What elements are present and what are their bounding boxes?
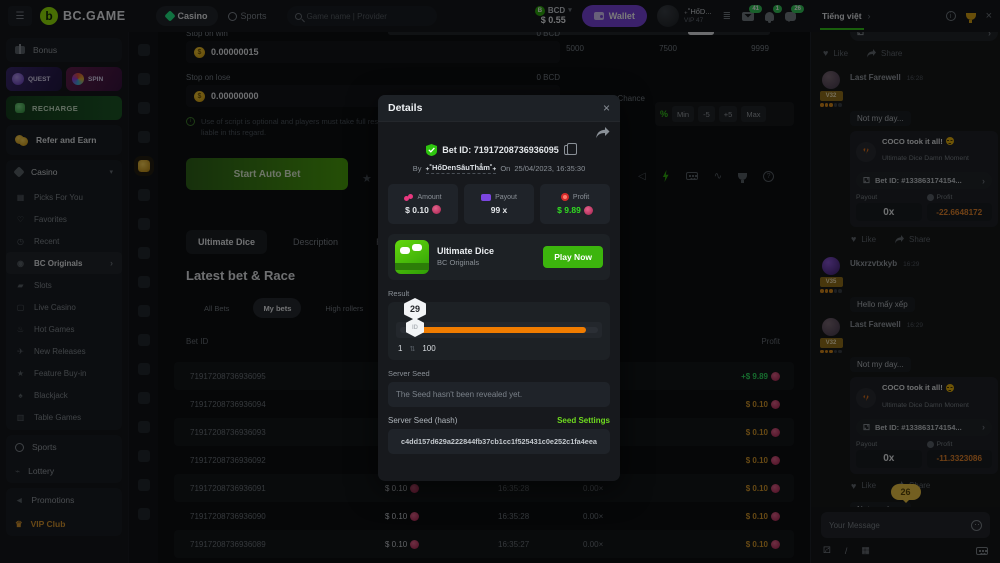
verified-shield-icon	[426, 144, 437, 156]
on-label: On	[500, 164, 510, 173]
result-label: Result	[388, 289, 610, 298]
modal-close-icon[interactable]: ×	[603, 101, 610, 115]
bet-datetime: 25/04/2023, 16:35:30	[514, 164, 585, 173]
server-seed-hash-label: Server Seed (hash)	[388, 416, 457, 425]
ultimate-dice-game-icon[interactable]	[395, 240, 429, 274]
profit-stat: Profit $ 9.89	[540, 184, 610, 224]
result-track	[396, 322, 602, 338]
game-provider: BC Originals	[437, 258, 494, 269]
bet-details-modal: Details × Bet ID: 71917208736936095 By ₊…	[378, 95, 620, 481]
server-seed-label: Server Seed	[388, 369, 610, 378]
game-card: Ultimate Dice BC Originals Play Now	[388, 234, 610, 280]
player-name[interactable]: ₊˚HổDenSâuThẳm˚₊	[426, 163, 497, 174]
amount-stat: Amount $ 0.10	[388, 184, 458, 224]
profit-icon	[561, 193, 569, 201]
server-seed-box: The Seed hasn't been revealed yet.	[388, 382, 610, 407]
bet-id-value: Bet ID: 71917208736936095	[442, 145, 559, 155]
server-seed-hash-value: c4dd157d629a222844fb37cb1cc1f525431c0e25…	[388, 429, 610, 454]
result-fill-bar	[418, 327, 586, 333]
copy-icon[interactable]	[564, 145, 572, 155]
coin-icon	[584, 206, 593, 215]
range-max: 100	[422, 344, 435, 353]
payout-stat: Payout 99 x	[464, 184, 534, 224]
result-value-badge: 29	[404, 298, 426, 320]
payout-icon	[481, 194, 491, 201]
coin-icon	[432, 205, 441, 214]
result-slider: ID 29 1 ⇅ 100	[388, 302, 610, 360]
swap-arrows-icon: ⇅	[409, 345, 415, 353]
share-icon[interactable]	[595, 126, 610, 139]
by-label: By	[413, 164, 422, 173]
modal-title: Details	[388, 102, 422, 114]
amount-icon	[404, 194, 413, 201]
seed-settings-link[interactable]: Seed Settings	[557, 416, 610, 425]
play-now-button[interactable]: Play Now	[543, 246, 603, 268]
game-title: Ultimate Dice	[437, 245, 494, 258]
range-min: 1	[398, 344, 402, 353]
